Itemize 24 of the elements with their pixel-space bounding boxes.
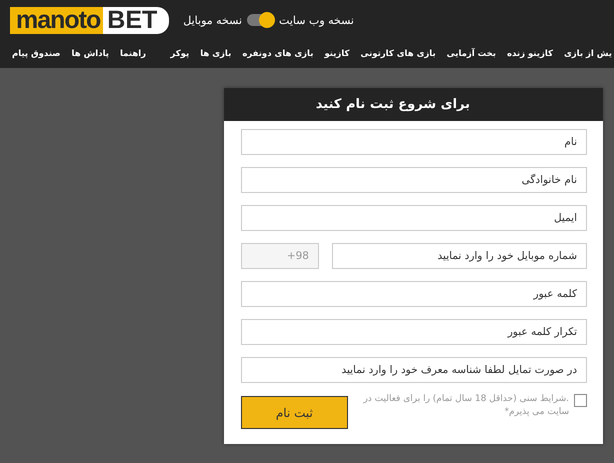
toggle-label: نسخه وب سایت (279, 14, 354, 26)
toggle-label: نسخه موبایل (183, 14, 242, 26)
nav-link[interactable]: پاداش ها (72, 49, 109, 59)
input-field[interactable]: شماره موبایل خود را وارد نمایید (332, 243, 587, 269)
input-field[interactable]: تکرار کلمه عبور (241, 319, 587, 345)
input-field[interactable]: نام (241, 129, 587, 155)
input-field[interactable]: ایمیل (241, 205, 587, 231)
form-title: برای شروع ثبت نام کنید (224, 88, 603, 121)
checkbox[interactable] (574, 394, 587, 407)
version-toggle[interactable] (247, 14, 274, 26)
input-field[interactable]: در صورت تمایل لطفا شناسه معرف خود را وارد نمایید (241, 357, 587, 383)
nav-link[interactable]: پوکر (170, 49, 190, 59)
nav-link[interactable]: بازی ها (200, 49, 232, 59)
nav-link[interactable]: بازی های دونفره (242, 49, 314, 59)
nav-link[interactable]: بخت آزمایی (446, 49, 496, 59)
nav-link[interactable]: یش از بازی (564, 49, 612, 59)
nav-link[interactable]: راهنما (120, 49, 146, 59)
terms-text: .شرایط سنی (حداقل 18 سال تمام) را برای فعالیت در سایت می پذیرم* (362, 393, 569, 419)
nav-link[interactable]: کازینو (324, 49, 350, 59)
nav-link[interactable]: کازینو زنده (507, 49, 553, 59)
nav-link[interactable]: بازی های کارتونی (360, 49, 436, 59)
input-field[interactable]: کلمه عبور (241, 281, 587, 307)
submit-button[interactable]: ثبت نام (241, 396, 348, 429)
nav-link[interactable]: صندوق پیام (12, 49, 61, 59)
